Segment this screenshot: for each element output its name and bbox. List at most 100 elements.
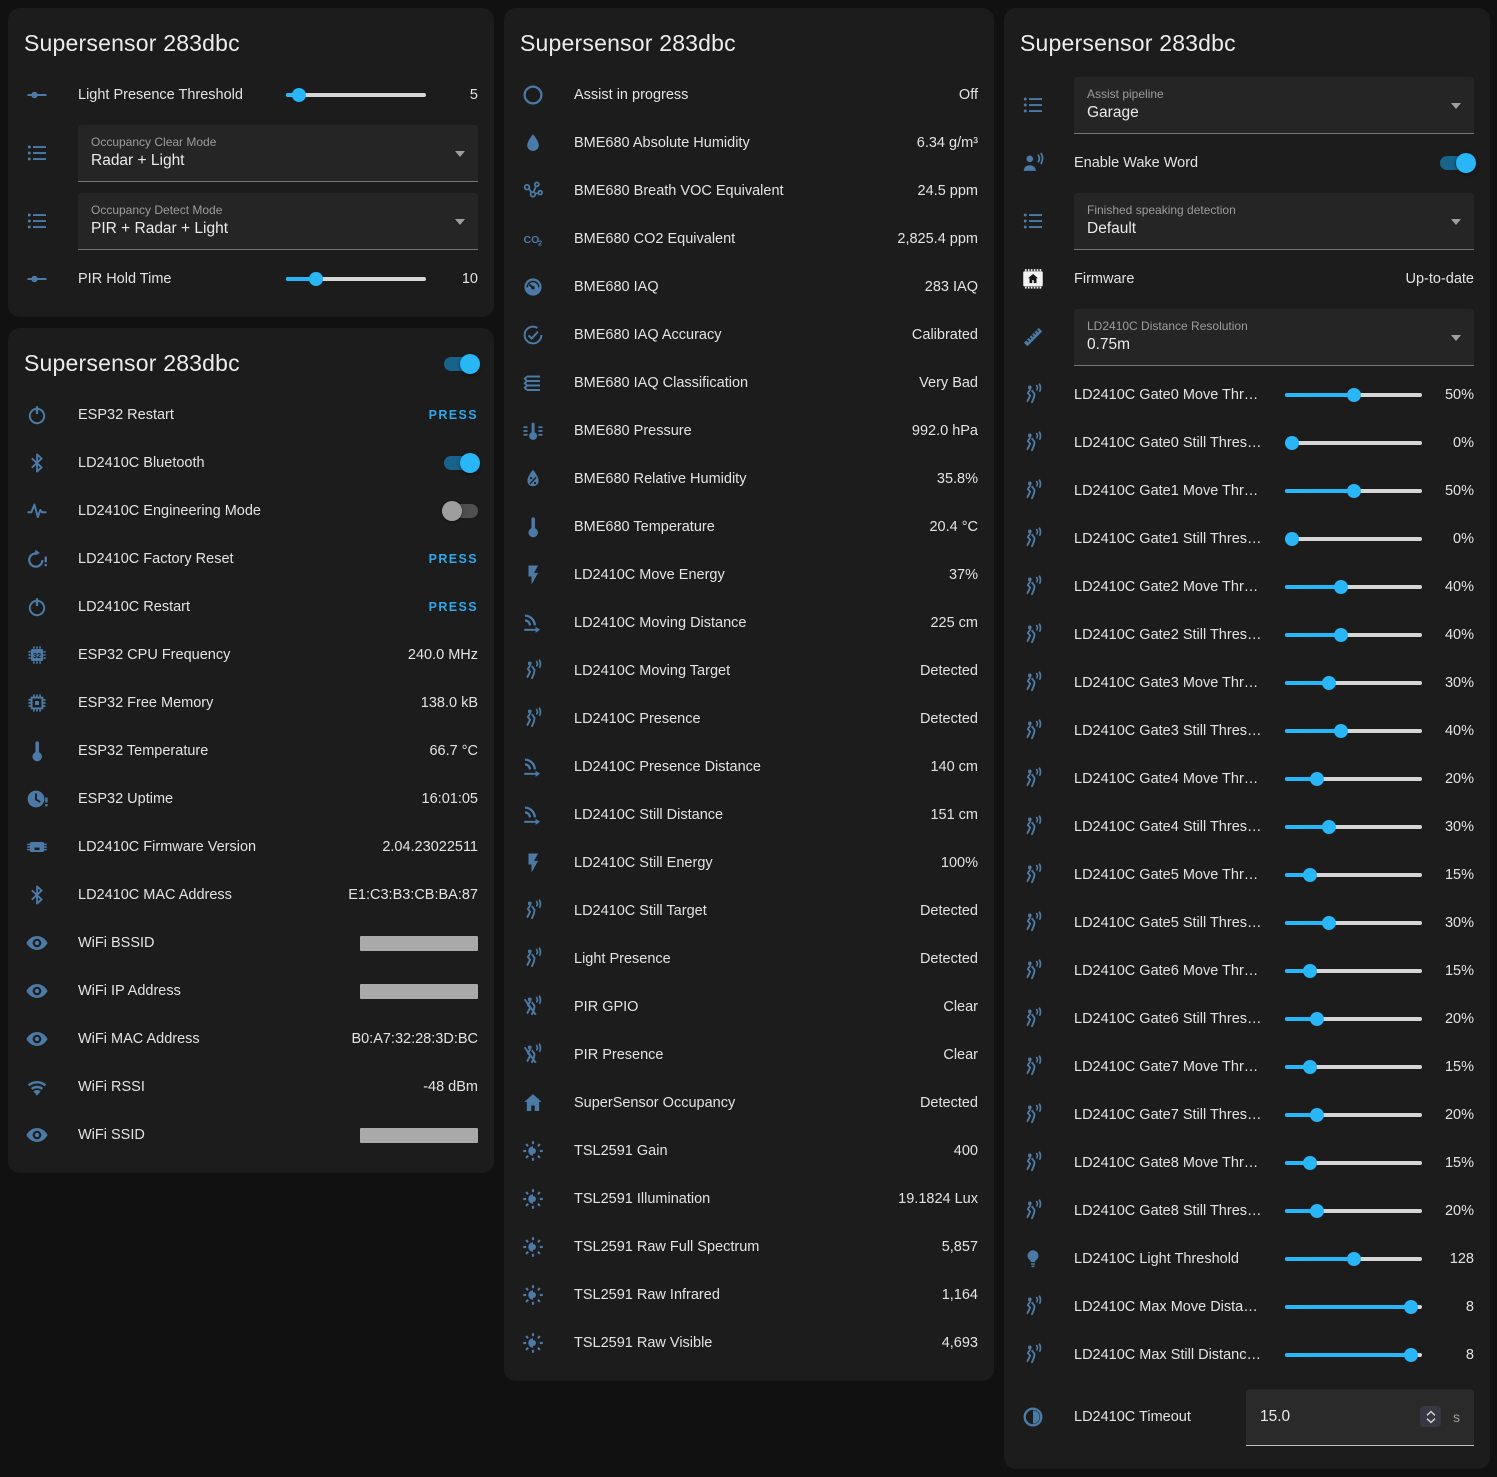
card-header-toggle[interactable] bbox=[444, 357, 478, 371]
entity-row-ld2410c-still-target[interactable]: LD2410C Still TargetDetected bbox=[504, 887, 994, 935]
entity-row-finished-speaking-detection[interactable]: Finished speaking detectionDefault bbox=[1004, 187, 1490, 255]
entity-row-ld2410c-gate4-still-thres[interactable]: LD2410C Gate4 Still Thres…30% bbox=[1004, 803, 1490, 851]
entity-row-wifi-ssid[interactable]: WiFi SSID bbox=[8, 1111, 494, 1159]
entity-row-ld2410c-restart[interactable]: LD2410C RestartPRESS bbox=[8, 583, 494, 631]
entity-row-ld2410c-gate6-still-thres[interactable]: LD2410C Gate6 Still Thres…20% bbox=[1004, 995, 1490, 1043]
entity-row-ld2410c-light-threshold[interactable]: LD2410C Light Threshold128 bbox=[1004, 1235, 1490, 1283]
entity-row-ld2410c-gate1-still-thres[interactable]: LD2410C Gate1 Still Thres…0% bbox=[1004, 515, 1490, 563]
toggle-enable-wake-word[interactable] bbox=[1440, 156, 1474, 170]
entity-row-ld2410c-gate3-still-thres[interactable]: LD2410C Gate3 Still Thres…40% bbox=[1004, 707, 1490, 755]
slider-thumb[interactable] bbox=[1404, 1300, 1418, 1314]
slider-ld2410c-gate8-move-thr[interactable] bbox=[1285, 1155, 1422, 1171]
slider-thumb[interactable] bbox=[1285, 436, 1299, 450]
slider-ld2410c-gate1-still-thres[interactable] bbox=[1285, 531, 1422, 547]
entity-row-bme680-co2-equivalent[interactable]: CO2BME680 CO2 Equivalent2,825.4 ppm bbox=[504, 215, 994, 263]
entity-row-ld2410c-mac-address[interactable]: LD2410C MAC AddressE1:C3:B3:CB:BA:87 bbox=[8, 871, 494, 919]
entity-row-ld2410c-presence[interactable]: LD2410C PresenceDetected bbox=[504, 695, 994, 743]
entity-row-tsl2591-illumination[interactable]: TSL2591 Illumination19.1824 Lux bbox=[504, 1175, 994, 1223]
slider-thumb[interactable] bbox=[309, 272, 323, 286]
entity-row-light-presence[interactable]: Light PresenceDetected bbox=[504, 935, 994, 983]
entity-row-esp32-uptime[interactable]: ESP32 Uptime16:01:05 bbox=[8, 775, 494, 823]
slider-ld2410c-gate6-move-thr[interactable] bbox=[1285, 963, 1422, 979]
slider-thumb[interactable] bbox=[1404, 1348, 1418, 1362]
slider-ld2410c-max-still-distanc[interactable] bbox=[1285, 1347, 1422, 1363]
slider-thumb[interactable] bbox=[1303, 868, 1317, 882]
entity-row-ld2410c-gate4-move-thr[interactable]: LD2410C Gate4 Move Thr…20% bbox=[1004, 755, 1490, 803]
entity-row-bme680-pressure[interactable]: BME680 Pressure992.0 hPa bbox=[504, 407, 994, 455]
entity-row-ld2410c-gate0-still-thres[interactable]: LD2410C Gate0 Still Thres…0% bbox=[1004, 419, 1490, 467]
entity-row-esp32-free-memory[interactable]: ESP32 Free Memory138.0 kB bbox=[8, 679, 494, 727]
select-finished-speaking-detection[interactable]: Finished speaking detectionDefault bbox=[1074, 193, 1474, 250]
entity-row-assist-pipeline[interactable]: Assist pipelineGarage bbox=[1004, 71, 1490, 139]
slider-ld2410c-gate4-move-thr[interactable] bbox=[1285, 771, 1422, 787]
entity-row-bme680-iaq-accuracy[interactable]: BME680 IAQ AccuracyCalibrated bbox=[504, 311, 994, 359]
entity-row-ld2410c-moving-target[interactable]: LD2410C Moving TargetDetected bbox=[504, 647, 994, 695]
entity-row-enable-wake-word[interactable]: Enable Wake Word bbox=[1004, 139, 1490, 187]
entity-row-ld2410c-gate7-still-thres[interactable]: LD2410C Gate7 Still Thres…20% bbox=[1004, 1091, 1490, 1139]
entity-row-esp32-temperature[interactable]: ESP32 Temperature66.7 °C bbox=[8, 727, 494, 775]
entity-row-wifi-mac-address[interactable]: WiFi MAC AddressB0:A7:32:28:3D:BC bbox=[8, 1015, 494, 1063]
slider-thumb[interactable] bbox=[1347, 1252, 1361, 1266]
entity-row-wifi-ip-address[interactable]: WiFi IP Address bbox=[8, 967, 494, 1015]
entity-row-ld2410c-gate8-move-thr[interactable]: LD2410C Gate8 Move Thr…15% bbox=[1004, 1139, 1490, 1187]
entity-row-ld2410c-gate0-move-thr[interactable]: LD2410C Gate0 Move Thr…50% bbox=[1004, 371, 1490, 419]
entity-row-bme680-breath-voc-equivalent[interactable]: BME680 Breath VOC Equivalent24.5 ppm bbox=[504, 167, 994, 215]
entity-row-light-presence-threshold[interactable]: Light Presence Threshold5 bbox=[8, 71, 494, 119]
entity-row-ld2410c-moving-distance[interactable]: LD2410C Moving Distance225 cm bbox=[504, 599, 994, 647]
slider-thumb[interactable] bbox=[1303, 1060, 1317, 1074]
slider-thumb[interactable] bbox=[1322, 820, 1336, 834]
slider-thumb[interactable] bbox=[1303, 1156, 1317, 1170]
entity-row-tsl2591-raw-full-spectrum[interactable]: TSL2591 Raw Full Spectrum5,857 bbox=[504, 1223, 994, 1271]
press-button[interactable]: PRESS bbox=[429, 600, 478, 614]
slider-thumb[interactable] bbox=[292, 88, 306, 102]
slider-thumb[interactable] bbox=[1310, 1012, 1324, 1026]
slider-ld2410c-gate1-move-thr[interactable] bbox=[1285, 483, 1422, 499]
slider-ld2410c-gate0-still-thres[interactable] bbox=[1285, 435, 1422, 451]
entity-row-esp32-cpu-frequency[interactable]: 32ESP32 CPU Frequency240.0 MHz bbox=[8, 631, 494, 679]
slider-ld2410c-gate4-still-thres[interactable] bbox=[1285, 819, 1422, 835]
slider-thumb[interactable] bbox=[1322, 916, 1336, 930]
entity-row-ld2410c-gate2-still-thres[interactable]: LD2410C Gate2 Still Thres…40% bbox=[1004, 611, 1490, 659]
slider-light-presence-threshold[interactable] bbox=[286, 87, 426, 103]
slider-ld2410c-gate5-still-thres[interactable] bbox=[1285, 915, 1422, 931]
slider-thumb[interactable] bbox=[1334, 724, 1348, 738]
slider-ld2410c-gate7-still-thres[interactable] bbox=[1285, 1107, 1422, 1123]
entity-row-bme680-iaq[interactable]: BME680 IAQ283 IAQ bbox=[504, 263, 994, 311]
slider-thumb[interactable] bbox=[1334, 628, 1348, 642]
entity-row-wifi-bssid[interactable]: WiFi BSSID bbox=[8, 919, 494, 967]
entity-row-tsl2591-raw-visible[interactable]: TSL2591 Raw Visible4,693 bbox=[504, 1319, 994, 1367]
slider-ld2410c-gate2-move-thr[interactable] bbox=[1285, 579, 1422, 595]
entity-row-ld2410c-gate1-move-thr[interactable]: LD2410C Gate1 Move Thr…50% bbox=[1004, 467, 1490, 515]
select-occupancy-clear-mode[interactable]: Occupancy Clear ModeRadar + Light bbox=[78, 125, 478, 182]
entity-row-firmware[interactable]: FirmwareUp-to-date bbox=[1004, 255, 1490, 303]
entity-row-pir-hold-time[interactable]: PIR Hold Time10 bbox=[8, 255, 494, 303]
slider-pir-hold-time[interactable] bbox=[286, 271, 426, 287]
entity-row-ld2410c-engineering-mode[interactable]: LD2410C Engineering Mode bbox=[8, 487, 494, 535]
entity-row-assist-in-progress[interactable]: Assist in progressOff bbox=[504, 71, 994, 119]
entity-row-ld2410c-max-still-distanc[interactable]: LD2410C Max Still Distanc…8 bbox=[1004, 1331, 1490, 1379]
slider-ld2410c-light-threshold[interactable] bbox=[1285, 1251, 1422, 1267]
slider-thumb[interactable] bbox=[1322, 676, 1336, 690]
entity-row-bme680-temperature[interactable]: BME680 Temperature20.4 °C bbox=[504, 503, 994, 551]
select-occupancy-detect-mode[interactable]: Occupancy Detect ModePIR + Radar + Light bbox=[78, 193, 478, 250]
toggle-ld2410c-bluetooth[interactable] bbox=[444, 456, 478, 470]
entity-row-ld2410c-max-move-dista[interactable]: LD2410C Max Move Dista…8 bbox=[1004, 1283, 1490, 1331]
slider-ld2410c-gate8-still-thres[interactable] bbox=[1285, 1203, 1422, 1219]
entity-row-wifi-rssi[interactable]: WiFi RSSI-48 dBm bbox=[8, 1063, 494, 1111]
entity-row-pir-presence[interactable]: PIR PresenceClear bbox=[504, 1031, 994, 1079]
entity-row-ld2410c-presence-distance[interactable]: LD2410C Presence Distance140 cm bbox=[504, 743, 994, 791]
entity-row-ld2410c-gate2-move-thr[interactable]: LD2410C Gate2 Move Thr…40% bbox=[1004, 563, 1490, 611]
entity-row-ld2410c-distance-resolution[interactable]: LD2410C Distance Resolution0.75m bbox=[1004, 303, 1490, 371]
slider-ld2410c-gate7-move-thr[interactable] bbox=[1285, 1059, 1422, 1075]
entity-row-ld2410c-still-distance[interactable]: LD2410C Still Distance151 cm bbox=[504, 791, 994, 839]
entity-row-ld2410c-gate8-still-thres[interactable]: LD2410C Gate8 Still Thres…20% bbox=[1004, 1187, 1490, 1235]
toggle-ld2410c-engineering-mode[interactable] bbox=[444, 504, 478, 518]
entity-row-pir-gpio[interactable]: PIR GPIOClear bbox=[504, 983, 994, 1031]
slider-thumb[interactable] bbox=[1334, 580, 1348, 594]
entity-row-ld2410c-gate6-move-thr[interactable]: LD2410C Gate6 Move Thr…15% bbox=[1004, 947, 1490, 995]
entity-row-ld2410c-bluetooth[interactable]: LD2410C Bluetooth bbox=[8, 439, 494, 487]
slider-thumb[interactable] bbox=[1310, 1108, 1324, 1122]
press-button[interactable]: PRESS bbox=[429, 552, 478, 566]
slider-thumb[interactable] bbox=[1347, 484, 1361, 498]
slider-ld2410c-gate5-move-thr[interactable] bbox=[1285, 867, 1422, 883]
